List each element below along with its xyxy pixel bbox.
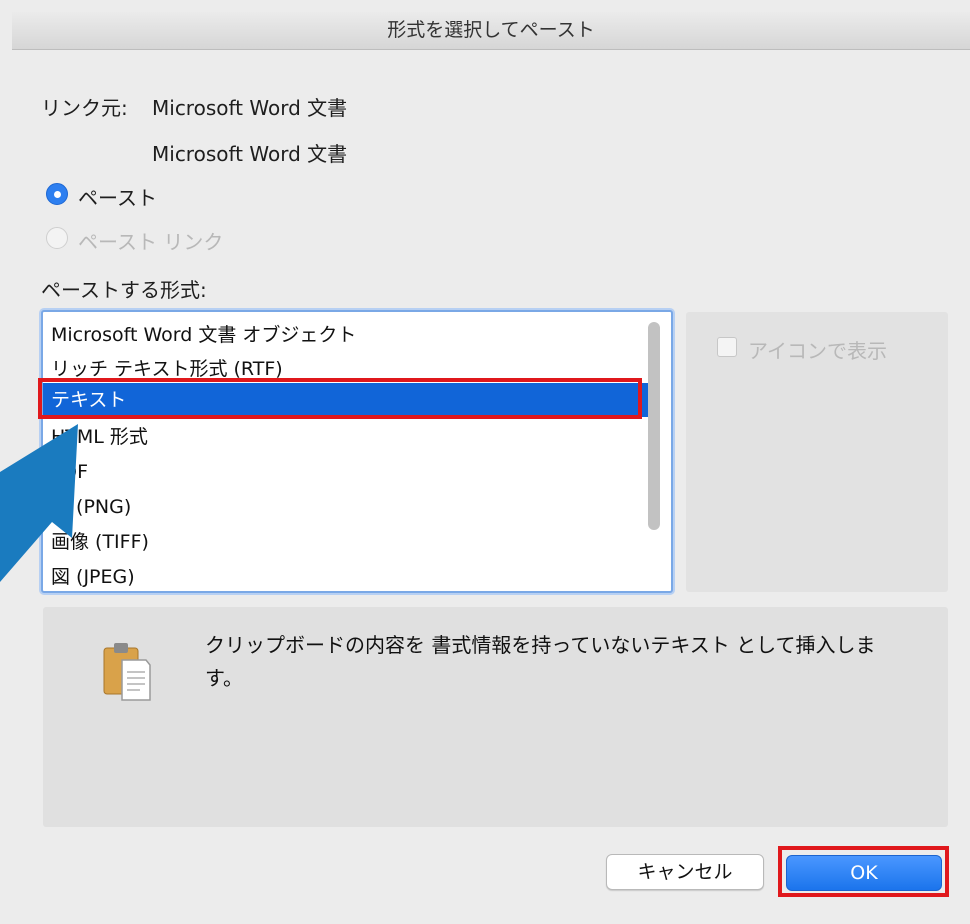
- source-value: Microsoft Word 文書: [152, 96, 348, 120]
- ok-button-highlight-box: [778, 846, 949, 897]
- display-as-icon-checkbox[interactable]: [717, 337, 737, 357]
- list-item[interactable]: Microsoft Word 文書 オブジェクト: [51, 318, 356, 352]
- clipboard-icon: [103, 643, 151, 701]
- paste-link-radio[interactable]: [46, 227, 68, 249]
- paste-radio-label[interactable]: ペースト: [78, 182, 157, 211]
- source-value-secondary: Microsoft Word 文書: [152, 142, 348, 166]
- paste-format-label: ペーストする形式:: [41, 278, 207, 302]
- annotation-arrow: [0, 424, 78, 582]
- display-as-icon-label: アイコンで表示: [748, 339, 887, 363]
- format-list[interactable]: Microsoft Word 文書 オブジェクト リッチ テキスト形式 (RTF…: [41, 310, 673, 593]
- dialog-title: 形式を選択してペースト: [387, 19, 595, 41]
- cancel-button[interactable]: キャンセル: [606, 854, 764, 890]
- format-list-scrollbar[interactable]: [648, 322, 660, 530]
- dialog-title-bar: 形式を選択してペースト: [12, 12, 970, 50]
- paste-radio[interactable]: [46, 183, 68, 205]
- result-description: クリップボードの内容を 書式情報を持っていないテキスト として挿入します。: [205, 633, 876, 690]
- source-label: リンク元:: [41, 96, 128, 120]
- paste-link-radio-label: ペースト リンク: [78, 230, 224, 254]
- selected-item-highlight-box: [38, 378, 642, 419]
